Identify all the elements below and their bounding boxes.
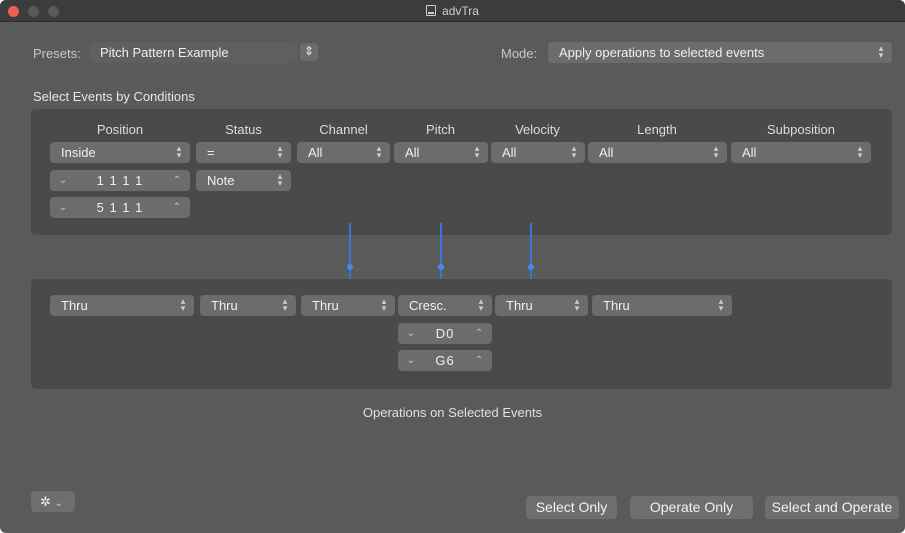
velocity-link-connector: [528, 223, 534, 287]
presets-label: Presets:: [33, 46, 81, 61]
chevron-down-icon[interactable]: ⌄: [56, 170, 70, 191]
presets-stepper-button[interactable]: ⇕: [300, 43, 318, 61]
chevron-down-icon[interactable]: ⌄: [404, 323, 418, 344]
chevron-updown-icon: ▴ ▾: [571, 143, 577, 160]
chevron-updown-icon: ▴ ▾: [718, 296, 724, 313]
channel-link-connector: [347, 223, 353, 287]
mode-label: Mode:: [501, 46, 538, 61]
select-and-operate-button[interactable]: Select and Operate: [765, 496, 899, 519]
condition-velocity-menu[interactable]: All ▴ ▾: [491, 142, 585, 163]
chevron-updown-icon: ▴ ▾: [180, 296, 186, 313]
condition-channel-menu[interactable]: All ▴ ▾: [297, 142, 390, 163]
operation-position-menu[interactable]: Thru ▴ ▾: [50, 295, 194, 316]
chevron-updown-icon: ▴ ▾: [176, 143, 182, 160]
header-position: Position: [96, 122, 144, 137]
condition-status-menu[interactable]: = ▴ ▾: [196, 142, 291, 163]
connector-dot: [347, 264, 353, 270]
operation-status-menu[interactable]: Thru ▴ ▾: [200, 295, 296, 316]
header-length: Length: [637, 122, 677, 137]
chevron-up-icon[interactable]: ⌃: [472, 350, 486, 371]
chevron-updown-icon: ▴ ▾: [277, 171, 283, 188]
pitch-link-connector: [438, 223, 444, 287]
condition-subposition-menu[interactable]: All ▴ ▾: [731, 142, 871, 163]
connector-dot: [438, 264, 444, 270]
operation-pitch-menu[interactable]: Cresc. ▴ ▾: [398, 295, 492, 316]
select-only-button[interactable]: Select Only: [526, 496, 617, 519]
position-end-stepper[interactable]: ⌄ 5 1 1 1 ⌃: [50, 197, 190, 218]
chevron-up-icon[interactable]: ⌃: [170, 170, 184, 191]
pitch-from-stepper[interactable]: ⌄ D0 ⌃: [398, 323, 492, 344]
connector-dot: [528, 264, 534, 270]
chevron-updown-icon: ▴ ▾: [478, 296, 484, 313]
mode-menu[interactable]: Apply operations to selected events ▴ ▾: [548, 42, 892, 63]
chevron-up-icon[interactable]: ⌃: [170, 197, 184, 218]
chevron-down-icon[interactable]: ⌄: [404, 350, 418, 371]
chevron-updown-icon: ▴ ▾: [878, 43, 884, 60]
document-icon: [426, 5, 437, 16]
header-channel: Channel: [319, 122, 368, 137]
chevron-up-icon[interactable]: ⌃: [472, 323, 486, 344]
window-title: advTra: [0, 4, 905, 18]
chevron-updown-icon: ▴ ▾: [857, 143, 863, 160]
header-velocity: Velocity: [515, 122, 560, 137]
condition-pitch-menu[interactable]: All ▴ ▾: [394, 142, 488, 163]
conditions-section-label: Select Events by Conditions: [33, 89, 195, 104]
chevron-updown-icon: ▴ ▾: [277, 143, 283, 160]
operation-channel-menu[interactable]: Thru ▴ ▾: [301, 295, 395, 316]
header-status: Status: [225, 122, 262, 137]
chevron-updown-icon: ⇕: [303, 44, 315, 58]
condition-length-menu[interactable]: All ▴ ▾: [588, 142, 727, 163]
title-bar: advTra: [0, 0, 905, 22]
mode-value: Apply operations to selected events: [559, 45, 765, 60]
chevron-updown-icon: ▴ ▾: [381, 296, 387, 313]
chevron-updown-icon: ▴ ▾: [574, 296, 580, 313]
chevron-updown-icon: ▴ ▾: [282, 296, 288, 313]
chevron-down-icon: ⌄: [54, 498, 63, 509]
operation-length-menu[interactable]: Thru ▴ ▾: [592, 295, 732, 316]
operations-section-label: Operations on Selected Events: [362, 405, 543, 420]
chevron-updown-icon: ▴ ▾: [713, 143, 719, 160]
operate-only-button[interactable]: Operate Only: [630, 496, 753, 519]
chevron-updown-icon: ▴ ▾: [474, 143, 480, 160]
condition-position-menu[interactable]: Inside ▴ ▾: [50, 142, 190, 163]
presets-menu[interactable]: Pitch Pattern Example: [89, 42, 297, 63]
status-type-menu[interactable]: Note ▴ ▾: [196, 170, 291, 191]
chevron-down-icon[interactable]: ⌄: [56, 197, 70, 218]
pitch-to-stepper[interactable]: ⌄ G6 ⌃: [398, 350, 492, 371]
transform-window: advTra Presets: Pitch Pattern Example ⇕ …: [0, 0, 905, 533]
position-start-stepper[interactable]: ⌄ 1 1 1 1 ⌃: [50, 170, 190, 191]
presets-value: Pitch Pattern Example: [100, 45, 229, 60]
gear-icon: ✲: [40, 494, 51, 509]
chevron-updown-icon: ▴ ▾: [376, 143, 382, 160]
operation-velocity-menu[interactable]: Thru ▴ ▾: [495, 295, 588, 316]
action-menu-button[interactable]: ✲ ⌄: [31, 491, 75, 512]
header-pitch: Pitch: [426, 122, 455, 137]
header-subposition: Subposition: [767, 122, 835, 137]
